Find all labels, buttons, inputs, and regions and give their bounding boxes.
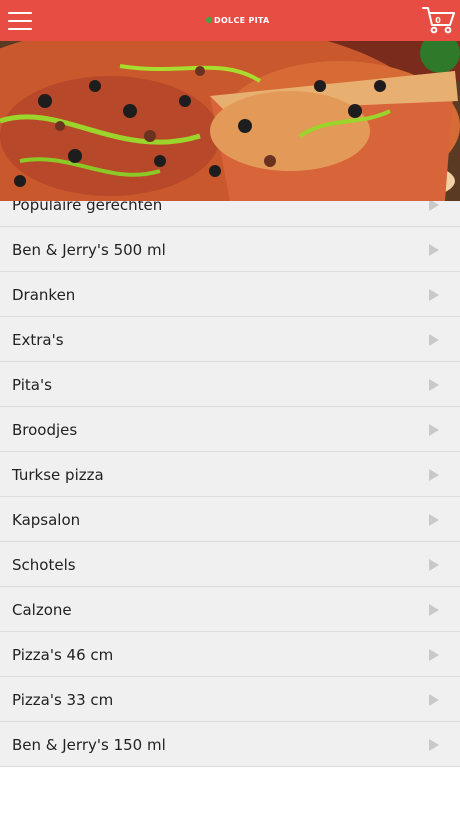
category-item-broodjes[interactable]: Broodjes [0,407,460,452]
category-item-kapsalon[interactable]: Kapsalon [0,497,460,542]
chevron-right-icon [429,424,439,436]
cart-count-badge: 0 [435,16,441,25]
category-label: Ben & Jerry's 150 ml [12,736,166,754]
brand-logo: DOLCE PITA [206,13,270,27]
logo-leaf-icon [206,17,212,23]
category-item-ben-jerrys-500[interactable]: Ben & Jerry's 500 ml [0,227,460,272]
cart-button[interactable]: 0 [422,5,456,35]
chevron-right-icon [429,514,439,526]
category-label: Pizza's 46 cm [12,646,114,664]
chevron-right-icon [429,289,439,301]
category-label: Pita's [12,376,52,394]
category-label: Dranken [12,286,76,304]
category-item-extras[interactable]: Extra's [0,317,460,362]
brand-logo-text: DOLCE PITA [214,15,270,25]
top-app-bar: DOLCE PITA 0 [0,0,460,41]
chevron-right-icon [429,469,439,481]
chevron-right-icon [429,559,439,571]
category-item-calzone[interactable]: Calzone [0,587,460,632]
menu-bar-line [8,28,32,30]
category-item-turkse-pizza[interactable]: Turkse pizza [0,452,460,497]
chevron-right-icon [429,694,439,706]
menu-bar-line [8,12,32,14]
chevron-right-icon [429,739,439,751]
category-label: Ben & Jerry's 500 ml [12,241,166,259]
category-item-pizzas-33[interactable]: Pizza's 33 cm [0,677,460,722]
category-item-dranken[interactable]: Dranken [0,272,460,317]
hamburger-menu-button[interactable] [8,9,34,31]
chevron-right-icon [429,649,439,661]
category-label: Broodjes [12,421,78,439]
menu-bar-line [8,20,32,22]
category-item-ben-jerrys-150[interactable]: Ben & Jerry's 150 ml [0,722,460,767]
pizza-photo [0,41,460,201]
category-label: Calzone [12,601,72,619]
chevron-right-icon [429,334,439,346]
chevron-right-icon [429,379,439,391]
chevron-right-icon [429,244,439,256]
category-list: Populaire gerechten Ben & Jerry's 500 ml… [0,182,460,767]
category-item-pizzas-46[interactable]: Pizza's 46 cm [0,632,460,677]
chevron-right-icon [429,604,439,616]
hero-banner-image [0,41,460,201]
category-label: Extra's [12,331,64,349]
category-label: Turkse pizza [12,466,104,484]
category-label: Pizza's 33 cm [12,691,114,709]
category-item-pitas[interactable]: Pita's [0,362,460,407]
category-item-schotels[interactable]: Schotels [0,542,460,587]
category-label: Schotels [12,556,76,574]
category-label: Kapsalon [12,511,81,529]
